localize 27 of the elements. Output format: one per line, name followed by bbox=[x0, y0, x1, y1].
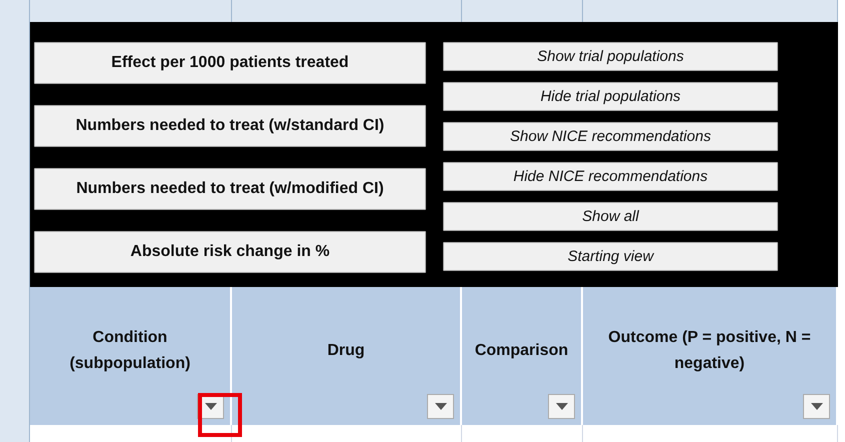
macro-button[interactable]: Hide NICE recommendations bbox=[443, 162, 778, 191]
dropdown-arrow-icon bbox=[810, 403, 822, 410]
filter-button[interactable] bbox=[548, 394, 575, 419]
row-heading[interactable] bbox=[0, 425, 30, 442]
macro-button[interactable]: Absolute risk change in % bbox=[34, 231, 426, 273]
header-text: Comparison bbox=[474, 341, 570, 361]
macro-button[interactable]: Effect per 1000 patients treated bbox=[34, 42, 426, 84]
header-text: Outcome (P = positive, N = negative) bbox=[607, 328, 812, 374]
macro-button[interactable]: Show trial populations bbox=[443, 42, 778, 71]
macro-button[interactable]: Starting view bbox=[443, 242, 778, 271]
filter-button[interactable] bbox=[803, 394, 830, 419]
column-heading[interactable] bbox=[462, 0, 583, 22]
dropdown-arrow-icon bbox=[556, 403, 568, 410]
macro-button[interactable]: Show NICE recommendations bbox=[443, 122, 778, 151]
column-heading[interactable] bbox=[30, 0, 232, 22]
macro-button[interactable]: Show all bbox=[443, 202, 778, 231]
dropdown-arrow-icon bbox=[434, 403, 446, 410]
header-text: Condition (subpopulation) bbox=[68, 328, 192, 374]
column-heading[interactable] bbox=[583, 0, 838, 22]
header-text: Drug bbox=[326, 341, 366, 361]
macro-button[interactable]: Hide trial populations bbox=[443, 82, 778, 111]
macro-button[interactable]: Numbers needed to treat (w/standard CI) bbox=[34, 105, 426, 147]
corner-cell bbox=[0, 0, 30, 22]
filter-button[interactable] bbox=[427, 394, 454, 419]
macro-button[interactable]: Numbers needed to treat (w/modified CI) bbox=[34, 168, 426, 210]
column-heading[interactable] bbox=[232, 0, 462, 22]
dropdown-arrow-icon bbox=[204, 403, 216, 410]
